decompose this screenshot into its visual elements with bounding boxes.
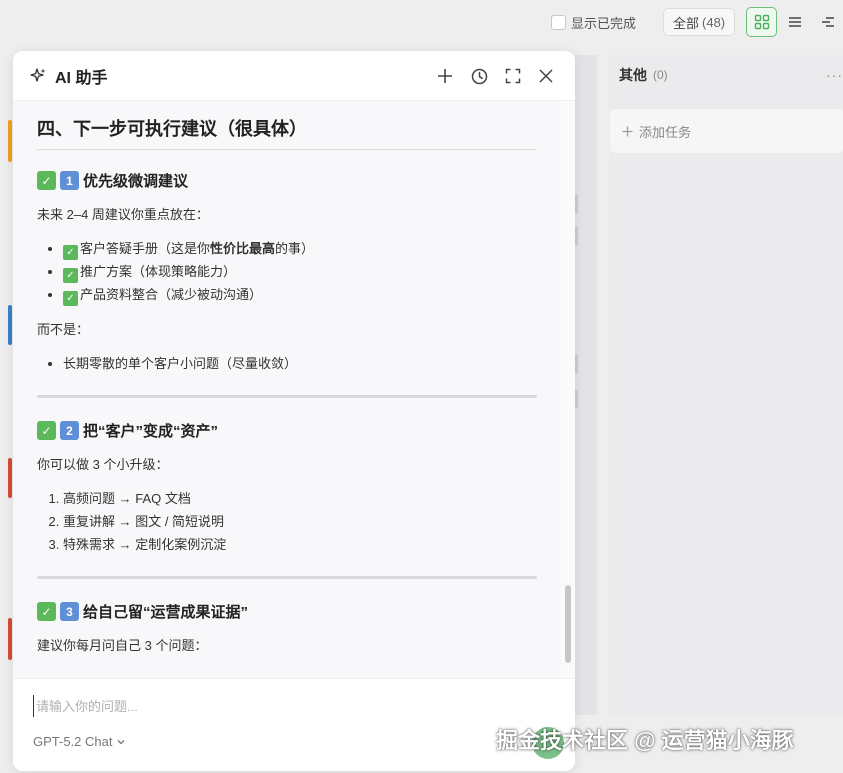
chat-scrollbar-thumb[interactable] (565, 585, 571, 663)
grid-view-button[interactable] (746, 7, 777, 37)
grid-icon (754, 14, 769, 30)
divider (37, 576, 537, 579)
timeline-view-button[interactable] (812, 7, 843, 37)
model-label: GPT-5.2 Chat (33, 734, 113, 749)
close-button[interactable] (536, 66, 556, 86)
list-icon (788, 17, 801, 27)
block1-heading: ✓ 1 优先级微调建议 (37, 170, 537, 191)
new-chat-button[interactable] (435, 66, 455, 86)
block1-instead-label: 而不是： (37, 322, 90, 337)
model-selector[interactable]: GPT-5.2 Chat (33, 734, 126, 749)
list-item: ✓产品资料整合（减少被动沟通） (63, 283, 537, 306)
plus-icon (438, 69, 452, 83)
block2-heading-text: 把“客户”变成“资产” (83, 423, 219, 440)
column-other: 其他 (0) ··· 添加任务 (609, 55, 843, 715)
block3-heading: ✓ 3 给自己留“运营成果证据” (37, 601, 537, 622)
number-three-icon: 3 (60, 602, 79, 621)
plus-icon (622, 126, 633, 136)
add-task-label: 添加任务 (639, 124, 692, 140)
task-color-bar-red (8, 458, 12, 498)
list-item: ✓推广方案（体现策略能力） (63, 260, 537, 283)
block1-heading-text: 优先级微调建议 (83, 173, 189, 190)
filter-all-button[interactable]: 全部 (48) (663, 8, 736, 36)
background-column (575, 55, 597, 715)
list-item-text: 客户答疑手册（这是你 (80, 241, 211, 256)
show-completed-toggle[interactable]: 显示已完成 (551, 13, 636, 32)
timeline-icon (821, 17, 834, 27)
add-task-button[interactable]: 添加任务 (610, 109, 843, 153)
column-other-title: 其他 (619, 67, 647, 83)
block3-heading-text: 给自己留“运营成果证据” (83, 604, 249, 621)
list-item: 重复讲解 → 图文 / 简短说明 (63, 510, 537, 533)
filter-all-count: (48) (702, 14, 726, 30)
chevron-down-icon (118, 739, 125, 744)
list-item-text: 产品资料整合（减少被动沟通） (80, 287, 263, 302)
ai-chat-content: 四、下一步可执行建议（很具体） ✓ 1 优先级微调建议 未来 2–4 周建议你重… (13, 101, 561, 678)
clock-icon (471, 68, 487, 84)
list-item: 特殊需求 → 定制化案例沉淀 (63, 533, 537, 556)
column-more-icon[interactable]: ··· (826, 67, 843, 83)
ai-assistant-panel: AI 助手 四、下一步可执行建议（很具体） ✓ 1 优先级微调建议 未来 2–4… (13, 51, 575, 771)
list-item-bold: 性价比最高 (210, 241, 276, 256)
list-item: 高频问题 → FAQ 文档 (63, 487, 537, 510)
show-completed-label: 显示已完成 (571, 16, 637, 31)
ai-panel-header: AI 助手 (13, 51, 575, 101)
column-other-count: (0) (653, 68, 668, 82)
section-title: 四、下一步可执行建议（很具体） (37, 115, 537, 150)
column-other-header: 其他 (0) (609, 55, 843, 95)
check-mark-icon: ✓ (37, 421, 56, 440)
list-item: 长期零散的单个客户小问题（尽量收敛） (63, 352, 537, 375)
chat-scrollbar[interactable] (561, 101, 575, 678)
block1-list: ✓客户答疑手册（这是你性价比最高的事） ✓推广方案（体现策略能力） ✓产品资料整… (37, 237, 537, 306)
check-mark-icon: ✓ (63, 268, 78, 283)
check-mark-icon: ✓ (37, 171, 56, 190)
task-color-bar-orange (8, 120, 12, 162)
ai-input-area: GPT-5.2 Chat (13, 678, 575, 771)
ai-panel-title: AI 助手 (55, 69, 108, 87)
block3-intro: 建议你每月问自己 3 个问题： (37, 638, 208, 653)
sparkle-icon (30, 67, 46, 82)
number-one-icon: 1 (60, 171, 79, 190)
task-color-bar-blue (8, 305, 12, 345)
filter-all-label: 全部 (673, 15, 700, 31)
block1-instead-list: 长期零散的单个客户小问题（尽量收敛） (37, 352, 537, 375)
question-input[interactable] (33, 695, 533, 717)
close-icon (539, 69, 553, 83)
fullscreen-button[interactable] (503, 66, 523, 86)
block2-intro: 你可以做 3 个小升级： (37, 457, 169, 472)
show-completed-checkbox[interactable] (551, 15, 566, 30)
block2-list: 高频问题 → FAQ 文档 重复讲解 → 图文 / 简短说明 特殊需求 → 定制… (37, 487, 537, 556)
expand-icon (505, 68, 521, 84)
list-item-text: 推广方案（体现策略能力） (80, 264, 237, 279)
top-toolbar: 显示已完成 全部 (48) (0, 0, 843, 46)
divider (37, 395, 537, 398)
task-color-bar-red-2 (8, 618, 12, 660)
watermark: 掘金技术社区 @ 运营猫小海豚 (496, 728, 794, 753)
list-item-text: 的事） (275, 241, 315, 256)
block1-intro: 未来 2–4 周建议你重点放在： (37, 207, 209, 222)
number-two-icon: 2 (60, 421, 79, 440)
check-mark-icon: ✓ (63, 245, 78, 260)
check-mark-icon: ✓ (63, 291, 78, 306)
list-view-button[interactable] (779, 7, 810, 37)
check-mark-icon: ✓ (37, 602, 56, 621)
list-item: ✓客户答疑手册（这是你性价比最高的事） (63, 237, 537, 260)
history-button[interactable] (469, 66, 489, 86)
block2-heading: ✓ 2 把“客户”变成“资产” (37, 420, 537, 441)
